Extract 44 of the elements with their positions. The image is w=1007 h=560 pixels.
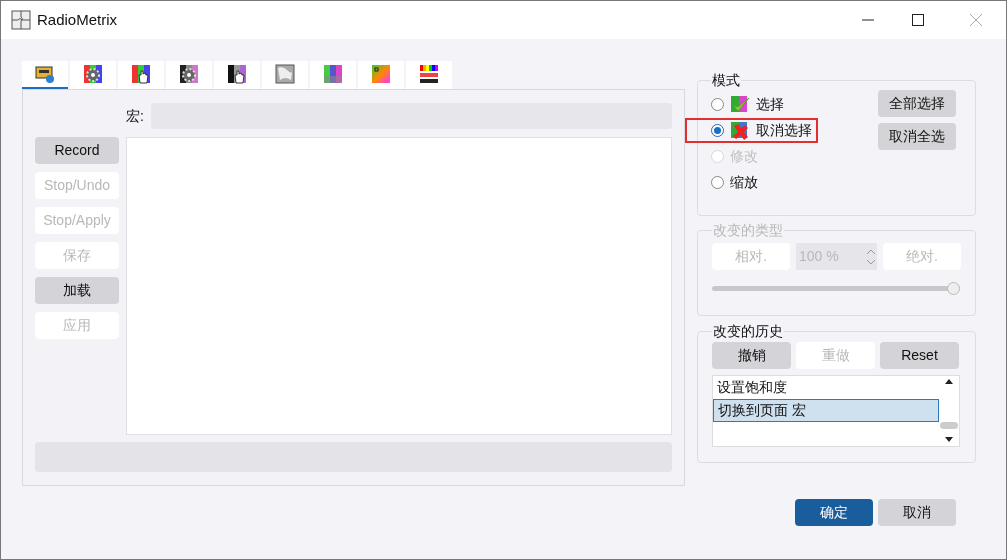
history-item[interactable]: 设置饱和度: [713, 376, 939, 399]
radio-button[interactable]: [711, 124, 724, 137]
tab[interactable]: [214, 61, 260, 89]
tab[interactable]: [22, 61, 68, 89]
hand-icon: [131, 64, 151, 84]
window-title: RadioMetrix: [37, 9, 118, 30]
radio-label: 取消选择: [756, 121, 812, 140]
check-icon: [730, 94, 750, 115]
scroll-thumb[interactable]: [940, 421, 958, 429]
cassette-icon: [35, 64, 55, 84]
cross-icon: [730, 120, 750, 141]
color-square-icon: [371, 64, 391, 84]
texture-icon: [275, 64, 295, 84]
scroll-up-icon[interactable]: [945, 379, 953, 385]
close-icon[interactable]: [970, 14, 982, 26]
tab[interactable]: [166, 61, 212, 89]
maximize-icon[interactable]: [912, 14, 924, 26]
radio-button[interactable]: [711, 98, 724, 111]
macro-button[interactable]: Record: [35, 137, 119, 164]
group-title: 模式: [711, 71, 741, 90]
radio-label: 修改: [730, 147, 758, 166]
group-title: 改变的历史: [712, 322, 784, 341]
radio-button[interactable]: [711, 176, 724, 189]
mode-button[interactable]: 取消全选: [878, 123, 956, 150]
gear-icon: [83, 64, 103, 84]
history-item[interactable]: 切换到页面 宏: [713, 399, 939, 422]
radio-label: 选择: [756, 95, 784, 114]
tab[interactable]: [70, 61, 116, 89]
macro-button[interactable]: 加载: [35, 277, 119, 304]
mode-button[interactable]: 全部选择: [878, 90, 956, 117]
color-bars-icon: [323, 64, 343, 84]
scroll-down-icon[interactable]: [945, 437, 953, 443]
radio-label: 缩放: [730, 173, 758, 192]
gear-icon: [179, 64, 199, 84]
ok-button[interactable]: 确定: [795, 499, 873, 526]
group-title: 改变的类型: [712, 221, 784, 240]
history-button[interactable]: Reset: [880, 342, 959, 369]
rainbow-bars-icon: [419, 64, 439, 84]
macro-label: 宏:: [126, 106, 145, 126]
cancel-button[interactable]: 取消: [878, 499, 956, 526]
history-button[interactable]: 撤销: [712, 342, 791, 369]
hand-icon: [227, 64, 247, 84]
tab[interactable]: [406, 61, 452, 89]
tab[interactable]: [118, 61, 164, 89]
